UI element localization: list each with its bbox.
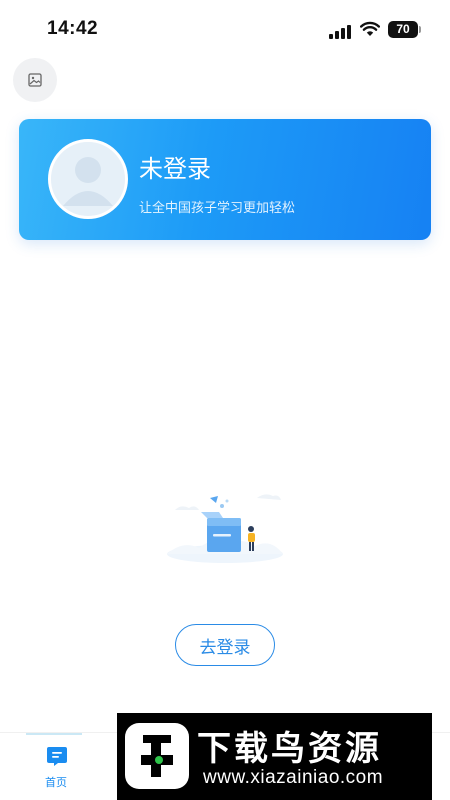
tab-active-indicator — [26, 733, 82, 735]
wifi-icon — [360, 21, 380, 36]
status-time: 14:42 — [47, 18, 99, 39]
login-status-title: 未登录 — [139, 155, 211, 183]
tab-home-label: 首页 — [45, 776, 67, 789]
status-bar: 14:42 70 — [0, 0, 450, 54]
image-button[interactable] — [13, 58, 57, 102]
home-doc-icon — [47, 747, 67, 766]
default-avatar-icon — [48, 139, 128, 219]
battery-icon: 70 — [388, 21, 418, 38]
watermark-title: 下载鸟资源 — [197, 729, 382, 769]
battery-tip — [419, 26, 421, 33]
bird-logo-icon — [125, 723, 189, 789]
tab-home[interactable]: 首页 — [24, 733, 88, 800]
login-slogan: 让全中国孩子学习更加轻松 — [139, 201, 296, 216]
watermark-url: www.xiazainiao.com — [203, 767, 384, 788]
go-login-button[interactable]: 去登录 — [175, 624, 275, 666]
image-icon — [28, 73, 42, 87]
cellular-signal-icon — [329, 25, 351, 39]
empty-box-illustration — [167, 494, 283, 563]
login-card[interactable]: 未登录 让全中国孩子学习更加轻松 — [19, 119, 431, 240]
watermark-banner: 下载鸟资源 www.xiazainiao.com — [117, 713, 432, 800]
